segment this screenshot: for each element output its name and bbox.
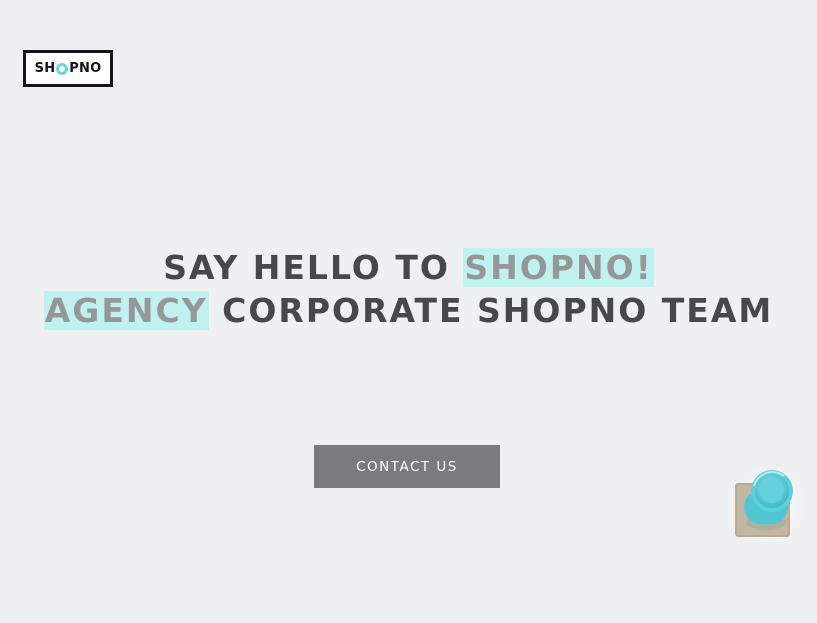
hero-line-1: SAY HELLO TO SHOPNO! <box>0 246 817 289</box>
hero-line-1-text: SAY HELLO TO <box>163 248 464 287</box>
hero-line-2: AGENCY CORPORATE SHOPNO TEAM <box>0 289 817 332</box>
logo-text-end: PNO <box>69 61 102 76</box>
contact-us-button[interactable]: CONTACT US <box>314 445 500 488</box>
logo-text-start: SH <box>34 61 56 76</box>
hero-heading: SAY HELLO TO SHOPNO! AGENCY CORPORATE SH… <box>0 246 817 332</box>
landing-page: SH PNO SAY HELLO TO SHOPNO! AGENCY CORPOR… <box>0 0 817 623</box>
hero-highlight-shopno: SHOPNO! <box>463 248 654 287</box>
cup-on-coaster-image <box>730 464 812 550</box>
hero-highlight-agency: AGENCY <box>43 291 209 330</box>
logo-o-ring-icon <box>56 62 69 75</box>
shopno-logo[interactable]: SH PNO <box>23 50 113 87</box>
hero-line-2-text: CORPORATE SHOPNO TEAM <box>208 291 774 330</box>
